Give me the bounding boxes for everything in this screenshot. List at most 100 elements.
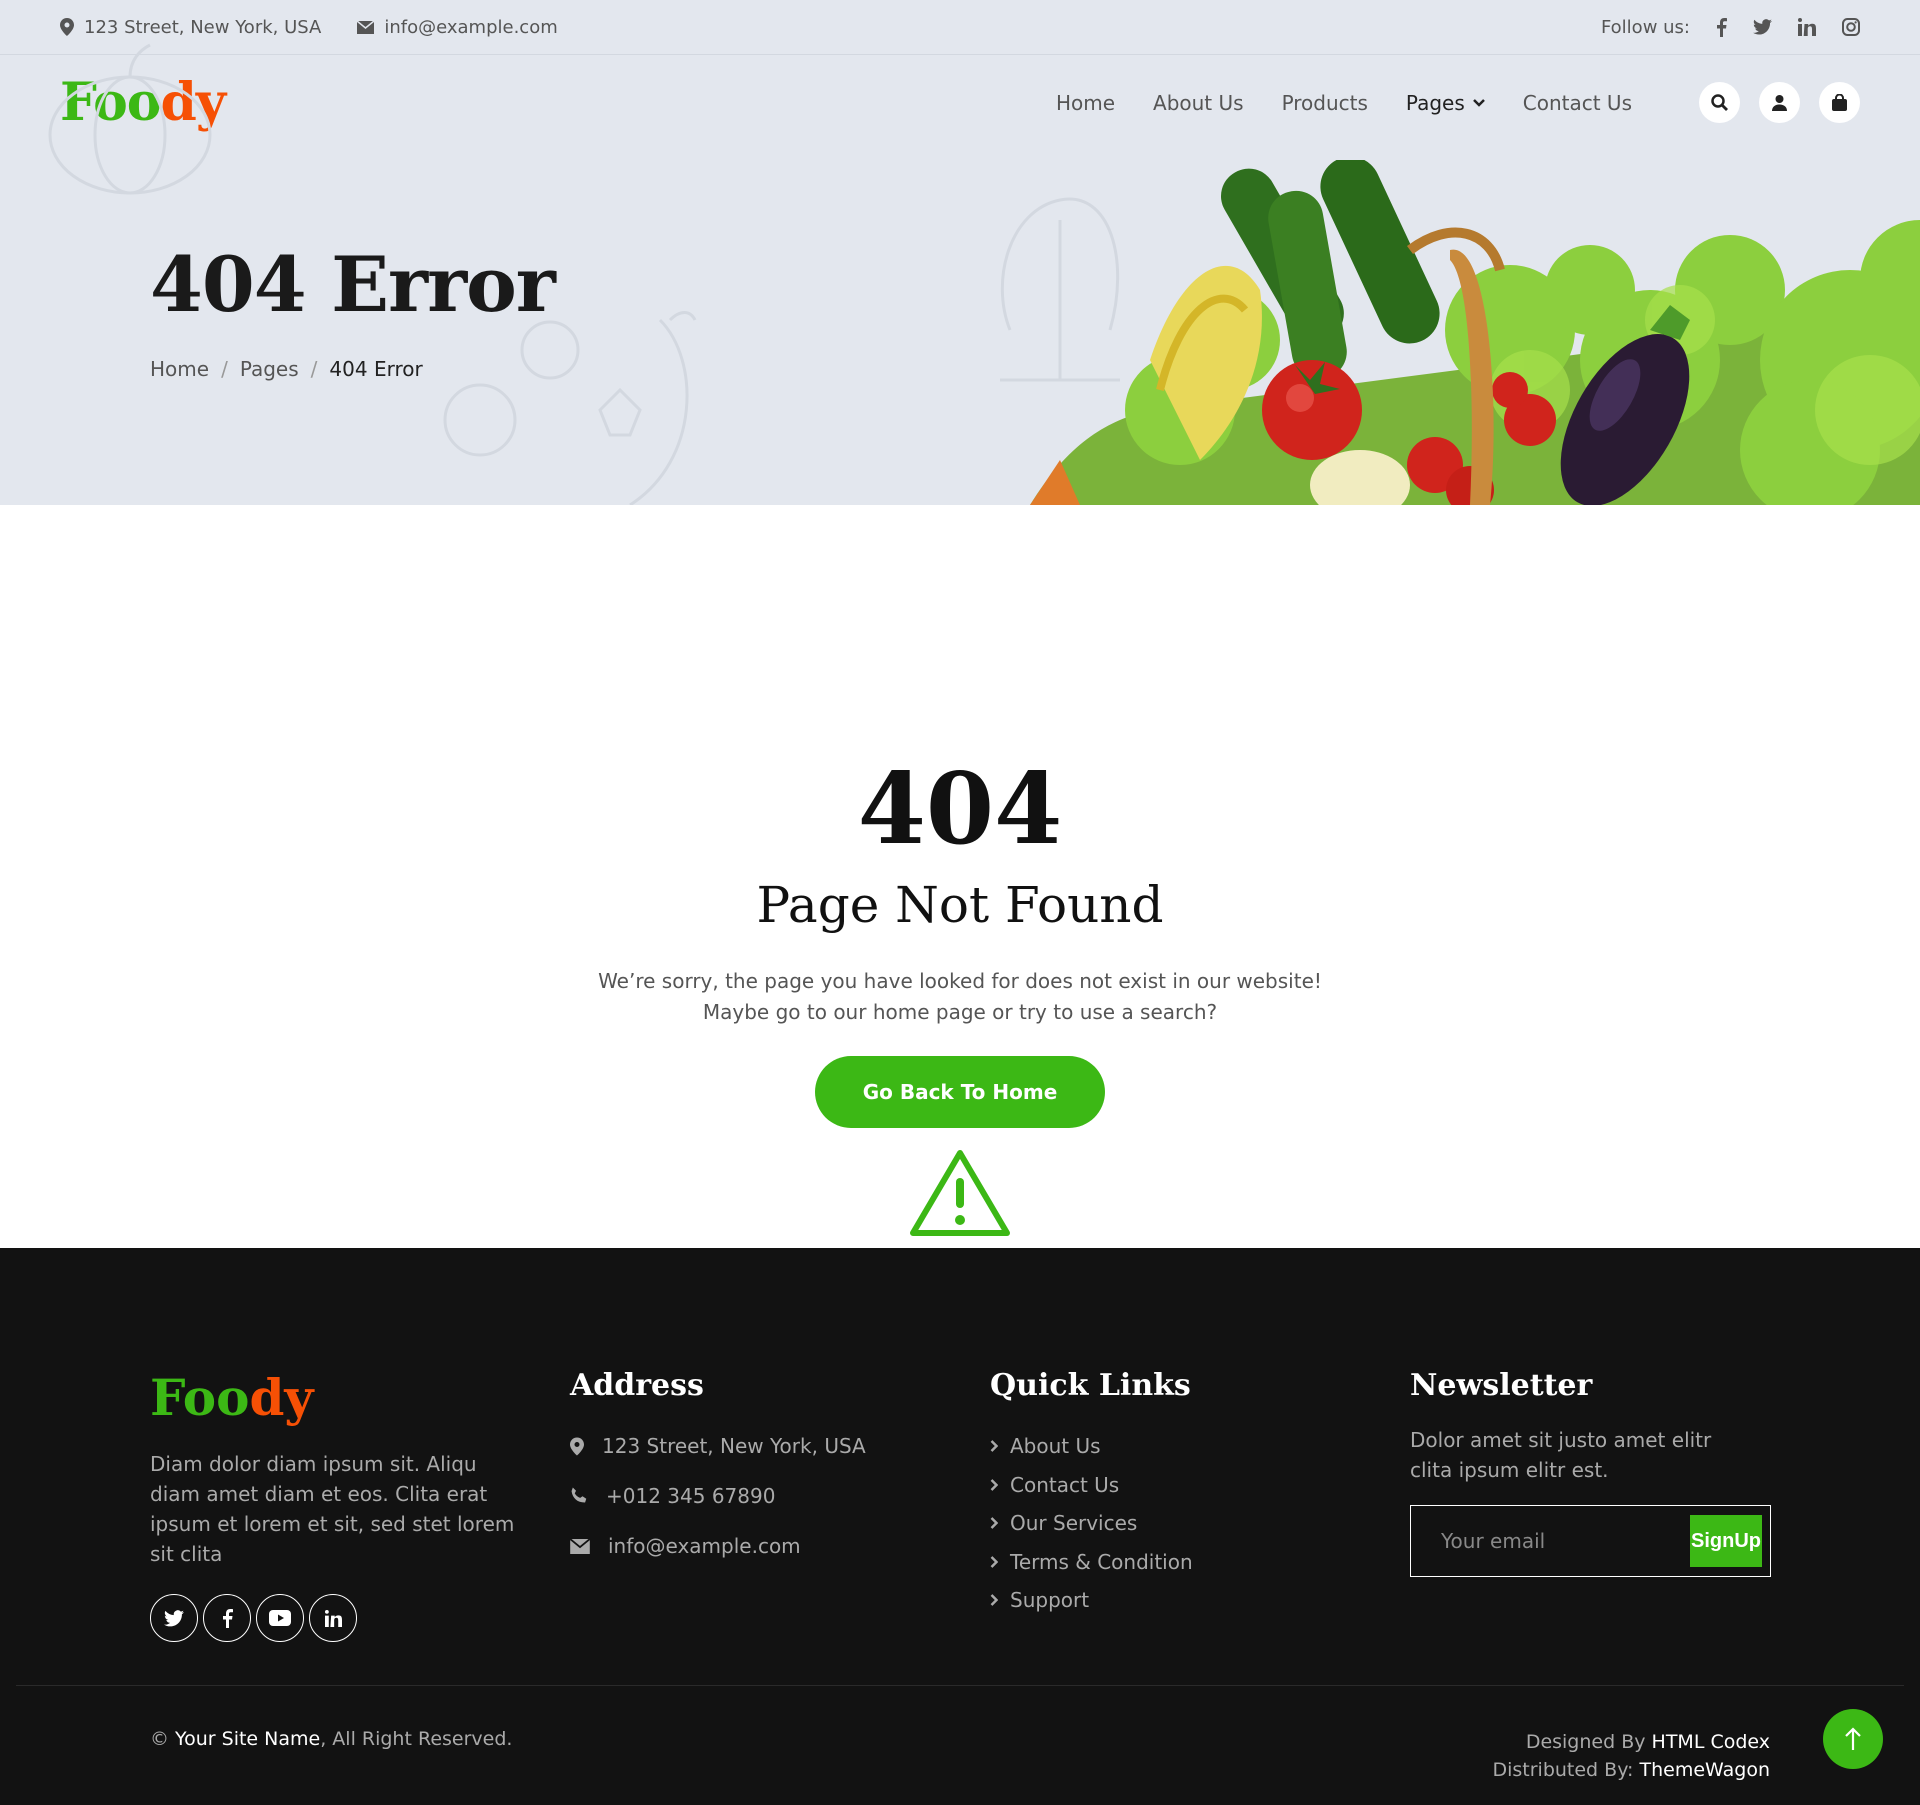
footer-address: Address 123 Street, New York, USA +012 3… <box>570 1248 866 1571</box>
phone-item: +012 345 67890 <box>570 1471 866 1521</box>
youtube-icon <box>269 1610 291 1626</box>
footer-facebook-button[interactable] <box>203 1594 251 1642</box>
nav-about-us[interactable]: About Us <box>1153 91 1244 115</box>
newsletter-email-input[interactable] <box>1441 1529 1690 1553</box>
quick-link-support[interactable]: Support <box>990 1581 1193 1620</box>
quick-link-terms[interactable]: Terms & Condition <box>990 1543 1193 1582</box>
footer-quick-links: Quick Links About Us Contact Us Our Serv… <box>990 1248 1193 1620</box>
copyright: © Your Site Name, All Right Reserved. <box>150 1728 512 1750</box>
address-text: 123 Street, New York, USA <box>602 1434 866 1458</box>
distributed-by-link[interactable]: ThemeWagon <box>1640 1759 1770 1781</box>
quick-link-label: Our Services <box>1010 1511 1138 1536</box>
envelope-icon <box>357 20 375 34</box>
quick-link-our-services[interactable]: Our Services <box>990 1504 1193 1543</box>
page-title: 404 Error <box>150 240 556 329</box>
cart-button[interactable] <box>1819 82 1860 123</box>
error-code: 404 <box>857 752 1063 867</box>
instagram-link[interactable] <box>1842 18 1860 36</box>
breadcrumb-separator: / <box>221 357 228 381</box>
quick-link-label: About Us <box>1010 1434 1101 1459</box>
twitter-icon <box>1753 19 1772 35</box>
veggie-doodle <box>443 311 697 505</box>
back-to-top-button[interactable] <box>1823 1709 1883 1769</box>
go-back-home-button[interactable]: Go Back To Home <box>815 1056 1105 1128</box>
phone-text: +012 345 67890 <box>606 1484 776 1508</box>
quick-link-about-us[interactable]: About Us <box>990 1427 1193 1466</box>
nav-products[interactable]: Products <box>1282 91 1368 115</box>
copyright-symbol: © <box>150 1728 169 1750</box>
quick-link-label: Support <box>1010 1588 1090 1613</box>
linkedin-icon <box>1798 18 1816 36</box>
nav-contact-us[interactable]: Contact Us <box>1523 91 1632 115</box>
search-icon <box>1711 94 1728 111</box>
logo-part-1: Foo <box>150 1368 250 1427</box>
map-marker-icon <box>570 1437 584 1455</box>
footer-description: Diam dolor diam ipsum sit. Aliqu diam am… <box>150 1452 515 1566</box>
nav-home[interactable]: Home <box>1056 91 1115 115</box>
address-list: 123 Street, New York, USA +012 345 67890… <box>570 1421 866 1571</box>
footer: Foody Diam dolor diam ipsum sit. Aliqu d… <box>0 1248 1920 1805</box>
signup-button[interactable]: SignUp <box>1690 1515 1762 1567</box>
designed-by-link[interactable]: HTML Codex <box>1652 1731 1770 1753</box>
page-header: 123 Street, New York, USA info@example.c… <box>0 0 1920 505</box>
map-marker-icon <box>60 18 74 36</box>
quick-link-label: Contact Us <box>1010 1472 1120 1497</box>
quick-links-heading: Quick Links <box>990 1368 1191 1403</box>
footer-logo[interactable]: Foody <box>150 1368 520 1427</box>
email-text: info@example.com <box>608 1534 801 1558</box>
quick-link-label: Terms & Condition <box>1010 1549 1193 1574</box>
site-name-link[interactable]: Your Site Name <box>175 1728 320 1750</box>
instagram-icon <box>1842 18 1860 36</box>
main-menu: Home About Us Products Pages Contact Us <box>1018 91 1632 115</box>
linkedin-link[interactable] <box>1798 18 1816 36</box>
designed-by-line: Designed By HTML Codex <box>1492 1728 1770 1756</box>
quick-link-contact-us[interactable]: Contact Us <box>990 1466 1193 1505</box>
nav-pages-dropdown[interactable]: Pages <box>1406 91 1485 115</box>
email-item[interactable]: info@example.com <box>570 1521 866 1571</box>
footer-linkedin-button[interactable] <box>309 1594 357 1642</box>
rights-text: , All Right Reserved. <box>320 1728 513 1750</box>
search-button[interactable] <box>1699 82 1740 123</box>
footer-youtube-button[interactable] <box>256 1594 304 1642</box>
chevron-right-icon <box>990 1478 998 1491</box>
breadcrumb-pages[interactable]: Pages <box>240 357 299 381</box>
breadcrumb-current: 404 Error <box>329 357 423 381</box>
chevron-right-icon <box>990 1440 998 1453</box>
user-icon <box>1772 94 1787 111</box>
facebook-link[interactable] <box>1716 17 1727 37</box>
distributed-by-line: Distributed By: ThemeWagon <box>1492 1756 1770 1784</box>
designed-by-label: Designed By <box>1525 1731 1646 1753</box>
twitter-icon <box>164 1609 184 1626</box>
vegetable-basket-image <box>1030 160 1920 505</box>
chevron-down-icon <box>1472 98 1485 107</box>
follow-label: Follow us: <box>1600 16 1690 38</box>
arrow-up-icon <box>1845 1727 1861 1750</box>
chevron-right-icon <box>990 1594 998 1607</box>
envelope-icon <box>570 1538 590 1554</box>
footer-about: Foody Diam dolor diam ipsum sit. Aliqu d… <box>150 1248 520 1642</box>
quick-links-list: About Us Contact Us Our Services Terms &… <box>990 1427 1193 1620</box>
footer-newsletter: Newsletter Dolor amet sit justo amet eli… <box>1410 1248 1771 1577</box>
topbar-email[interactable]: info@example.com <box>357 17 558 38</box>
account-button[interactable] <box>1759 82 1800 123</box>
logo-part-2: dy <box>249 1368 314 1427</box>
bag-icon <box>1832 94 1847 111</box>
error-message: We’re sorry, the page you have looked fo… <box>598 969 1322 1024</box>
newsletter-heading: Newsletter <box>1410 1368 1593 1403</box>
facebook-icon <box>1717 17 1727 37</box>
linkedin-icon <box>324 1609 342 1627</box>
error-heading: Page Not Found <box>756 876 1164 934</box>
twitter-link[interactable] <box>1753 19 1772 35</box>
nav-icons <box>1680 82 1860 123</box>
footer-twitter-button[interactable] <box>150 1594 198 1642</box>
chevron-right-icon <box>990 1517 998 1530</box>
facebook-icon <box>222 1608 233 1628</box>
warning-triangle-icon <box>910 1150 1010 1236</box>
footer-divider <box>16 1685 1904 1686</box>
nav-pages-label: Pages <box>1405 90 1465 115</box>
newsletter-text: Dolor amet sit justo amet elitr clita ip… <box>1410 1428 1712 1482</box>
newsletter-form: SignUp <box>1410 1505 1771 1577</box>
breadcrumb-home[interactable]: Home <box>150 357 209 381</box>
top-bar: 123 Street, New York, USA info@example.c… <box>0 0 1920 55</box>
address-heading: Address <box>570 1368 704 1403</box>
